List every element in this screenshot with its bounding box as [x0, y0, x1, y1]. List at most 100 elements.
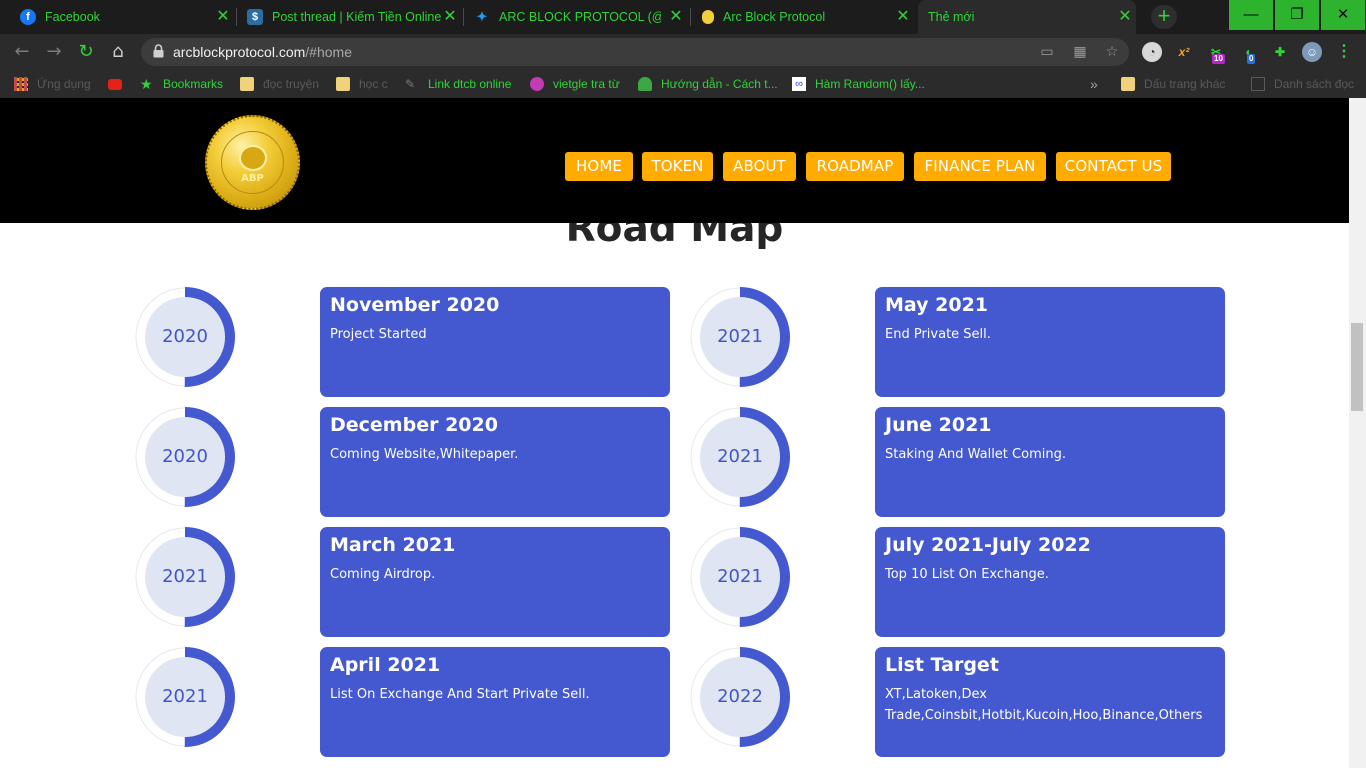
bookmark-huong-dan[interactable]: Hướng dẫn - Cách t... [638, 70, 778, 98]
nav-contact-us[interactable]: CONTACT US [1056, 152, 1171, 181]
year-label: 2020 [162, 446, 208, 467]
infinity-icon: ∞ [792, 77, 806, 91]
superscript-extension-icon[interactable]: x² [1174, 42, 1194, 62]
year-progress-ring: 2021 [690, 407, 790, 507]
roadmap-card-description: Coming Airdrop. [330, 567, 436, 582]
year-progress-ring: 2021 [690, 527, 790, 627]
close-tab-icon[interactable]: ✕ [1116, 8, 1134, 26]
close-tab-icon[interactable]: ✕ [441, 8, 459, 26]
roadmap-card: March 2021 Coming Airdrop. [320, 527, 670, 637]
year-progress-ring: 2021 [690, 287, 790, 387]
year-label: 2021 [717, 566, 763, 587]
mushroom-icon [638, 77, 652, 91]
folder-icon [1121, 77, 1135, 91]
bookmark-label: đọc truyện [263, 77, 320, 91]
roadmap-card: December 2020 Coming Website,Whitepaper. [320, 407, 670, 517]
bookmark-link-dtcb[interactable]: ✎ Link dtcb online [405, 70, 511, 98]
vietgle-icon [530, 77, 544, 91]
bookmark-vietgle[interactable]: vietgle tra từ [530, 70, 620, 98]
restore-button[interactable]: ❐ [1275, 0, 1319, 30]
lock-icon [153, 44, 164, 58]
bookmark-label: học c [359, 77, 388, 91]
puzzle-extensions-icon[interactable]: ✚ [1270, 42, 1290, 62]
nav-about[interactable]: ABOUT [723, 152, 796, 181]
roadmap-card-description: Project Started [330, 327, 427, 342]
bookmark-doc-truyen[interactable]: đọc truyện [240, 70, 319, 98]
roadmap-card-description: Staking And Wallet Coming. [885, 447, 1066, 462]
tab-arc-block-protocol[interactable]: Arc Block Protocol ✕ [702, 0, 912, 34]
roadmap-card: July 2021-July 2022 Top 10 List On Exchan… [875, 527, 1225, 637]
year-label: 2020 [162, 326, 208, 347]
extension-badge: 10 [1212, 54, 1225, 64]
roadmap-card-title: December 2020 [330, 414, 498, 436]
close-tab-icon[interactable]: ✕ [667, 8, 685, 26]
nav-home[interactable]: HOME [565, 152, 633, 181]
new-tab-button[interactable]: + [1151, 5, 1177, 29]
nav-roadmap[interactable]: ROADMAP [806, 152, 904, 181]
abp-logo[interactable]: ABP [205, 115, 300, 210]
bookmark-label: Hướng dẫn - Cách t... [661, 77, 778, 91]
browser-tab-bar: f Facebook ✕ $ Post thread | Kiếm Tiền O… [0, 0, 1366, 34]
roadmap-card-title: April 2021 [330, 654, 441, 676]
roadmap-card-title: List Target [885, 654, 999, 676]
roadmap-card-title: July 2021-July 2022 [885, 534, 1091, 556]
year-progress-ring: 2021 [135, 527, 235, 627]
bookmark-star-icon[interactable]: ☆ [1103, 43, 1121, 61]
bookmark-hoc-c[interactable]: học c [336, 70, 388, 98]
bookmark-label: Hàm Random() lấy... [815, 77, 925, 91]
roadmap-card-description: XT,Latoken,Dex Trade,Coinsbit,Hotbit,Kuc… [885, 687, 1203, 723]
folder-icon [336, 77, 350, 91]
bookmarks-overflow[interactable]: » [1090, 70, 1098, 98]
close-window-button[interactable]: ✕ [1321, 0, 1365, 30]
reload-icon[interactable]: ↻ [74, 40, 98, 64]
circle-extension-icon[interactable]: ◐ 0 [1239, 42, 1259, 64]
tab-separator [236, 8, 237, 26]
tab-title: Post thread | Kiếm Tiền Online [272, 10, 442, 24]
bookmark-bookmarks[interactable]: ★ Bookmarks [140, 70, 223, 98]
close-tab-icon[interactable]: ✕ [894, 8, 912, 26]
bookmark-apps[interactable]: Ứng dụng [14, 70, 91, 98]
tab-new-tab[interactable]: Thẻ mới ✕ [918, 0, 1136, 34]
nav-finance-plan[interactable]: FINANCE PLAN [914, 152, 1046, 181]
menu-icon[interactable]: ⋮ [1334, 42, 1354, 62]
tab-post-thread[interactable]: $ Post thread | Kiếm Tiền Online ✕ [247, 0, 459, 34]
scissors-extension-icon[interactable]: ✂ 10 [1206, 42, 1226, 64]
cast-icon[interactable]: ▭ [1038, 43, 1056, 61]
speedometer-extension-icon[interactable]: ◔ [1142, 42, 1162, 62]
roadmap-card-title: November 2020 [330, 294, 500, 316]
bookmark-label: vietgle tra từ [553, 77, 620, 91]
close-tab-icon[interactable]: ✕ [214, 8, 232, 26]
bookmark-ham-random[interactable]: ∞ Hàm Random() lấy... [792, 70, 925, 98]
minimize-button[interactable]: — [1229, 0, 1273, 30]
feather-icon: ✎ [405, 77, 416, 91]
roadmap-card: May 2021 End Private Sell. [875, 287, 1225, 397]
star-icon: ★ [140, 76, 153, 92]
bookmark-other[interactable]: Dấu trang khác [1121, 70, 1225, 98]
web-page: ABP HOME TOKEN ABOUT ROADMAP FINANCE PLA… [0, 98, 1349, 768]
year-progress-ring: 2020 [135, 287, 235, 387]
scrollbar-thumb[interactable] [1351, 323, 1363, 411]
roadmap-card-title: May 2021 [885, 294, 989, 316]
folder-icon [240, 77, 254, 91]
url-host: arcblockprotocol.com [173, 44, 306, 60]
back-icon[interactable]: ← [10, 40, 34, 64]
bookmarks-bar: Ứng dụng ★ Bookmarks đọc truyện học c ✎ … [0, 70, 1366, 98]
qr-code-icon[interactable]: ▦ [1071, 43, 1089, 61]
tab-twitter[interactable]: ✦ ARC BLOCK PROTOCOL (@Prot ✕ [474, 0, 685, 34]
roadmap-card-description: List On Exchange And Start Private Sell. [330, 687, 590, 702]
bookmark-youtube[interactable] [108, 70, 122, 98]
forward-icon[interactable]: → [42, 40, 66, 64]
profile-avatar-icon[interactable]: ☺ [1302, 42, 1322, 62]
address-bar[interactable]: arcblockprotocol.com/#home ▭ ▦ ☆ [141, 38, 1129, 66]
reading-list[interactable]: Danh sách đọc [1251, 70, 1361, 98]
home-icon[interactable]: ⌂ [106, 40, 130, 64]
site-header: ABP HOME TOKEN ABOUT ROADMAP FINANCE PLA… [0, 98, 1349, 223]
page-scrollbar[interactable] [1349, 98, 1366, 768]
roadmap-card-description: Coming Website,Whitepaper. [330, 447, 519, 462]
year-label: 2021 [717, 326, 763, 347]
roadmap-card-title: March 2021 [330, 534, 456, 556]
facebook-icon: f [20, 9, 36, 25]
tab-facebook[interactable]: f Facebook ✕ [20, 0, 232, 34]
url-path: /#home [305, 44, 352, 60]
nav-token[interactable]: TOKEN [642, 152, 713, 181]
